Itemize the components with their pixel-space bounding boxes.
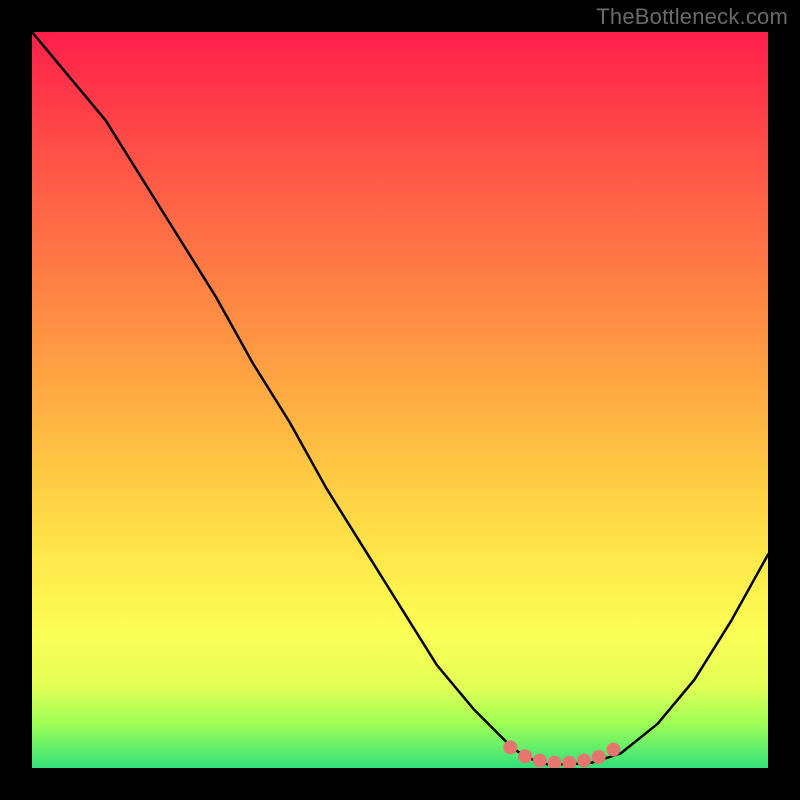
curve-marker: [606, 743, 620, 757]
curve-marker: [577, 754, 591, 768]
plot-area: [32, 32, 768, 768]
curve-marker: [503, 740, 517, 754]
chart-frame: TheBottleneck.com: [0, 0, 800, 800]
curve-marker: [562, 756, 576, 768]
watermark-text: TheBottleneck.com: [596, 4, 788, 30]
chart-svg: [32, 32, 768, 768]
curve-marker: [592, 750, 606, 764]
curve-marker: [518, 749, 532, 763]
curve-marker: [548, 756, 562, 768]
curve-marker: [533, 754, 547, 768]
curve-path: [32, 32, 768, 764]
